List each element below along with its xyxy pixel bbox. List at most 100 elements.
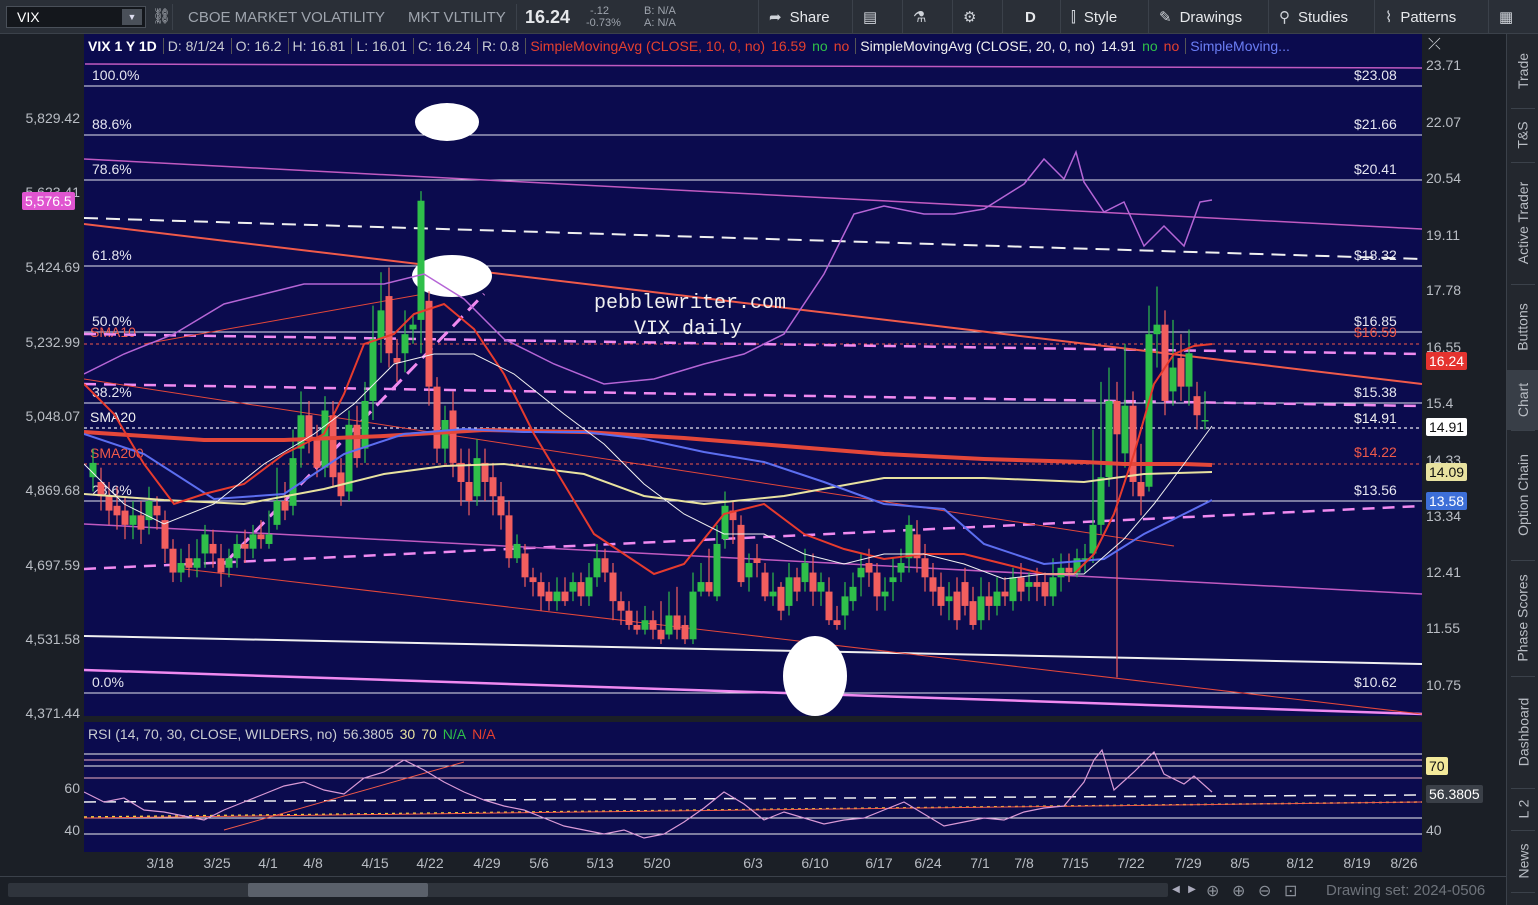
side-tab-label: Active Trader	[1515, 181, 1532, 265]
candle-body	[353, 424, 361, 459]
candle-body	[537, 582, 545, 597]
rsi-os: 30	[399, 726, 416, 742]
side-tab-news[interactable]: News	[1507, 830, 1538, 892]
candle-body	[121, 510, 129, 525]
spx-overlay-line	[83, 149, 1213, 385]
share-icon: ➦	[769, 9, 782, 26]
left-price-axis: 5,829.425,623.415,424.695,232.995,048.07…	[0, 34, 84, 852]
grid-icon: ▦	[1499, 9, 1514, 26]
style-label: Style	[1083, 8, 1118, 26]
candle-body	[745, 563, 753, 578]
zoom-in-icon[interactable]: ⊕	[1232, 881, 1245, 901]
sma20-price-label: $14.91	[1354, 410, 1397, 426]
candle-body	[881, 591, 889, 597]
candle-body	[273, 501, 281, 525]
candle-body	[961, 582, 969, 606]
side-tab-t-s[interactable]: T&S	[1507, 108, 1538, 162]
scroll-right-icon[interactable]: ▶	[1186, 883, 1198, 897]
candle-body	[1057, 567, 1065, 578]
candle-body	[825, 591, 833, 621]
chart-scrollbar[interactable]	[8, 883, 1168, 897]
candle-body	[385, 296, 393, 354]
sma20-study[interactable]: SimpleMovingAvg (CLOSE, 20, 0, no)	[855, 38, 1095, 54]
left-axis-tick: 5,232.99	[25, 334, 81, 350]
candle-body	[489, 477, 497, 497]
candle-body	[1049, 577, 1057, 597]
rsi-line	[83, 748, 1213, 839]
candle-body	[497, 496, 505, 516]
side-tab-phase-scores[interactable]: Phase Scores	[1507, 560, 1538, 676]
settings-button[interactable]: ⚙	[952, 0, 1000, 34]
sma20-tag-label: SMA20	[90, 409, 136, 425]
candle-body	[553, 591, 561, 602]
drawing-set-label: Drawing set: 2024-0506	[1326, 882, 1486, 899]
sma10-no-1: no	[812, 38, 828, 54]
sma10-study[interactable]: SimpleMovingAvg (CLOSE, 10, 0, no)	[525, 38, 765, 54]
link-icon[interactable]: ⛓	[152, 7, 171, 25]
drawings-button[interactable]: ✎ Drawings	[1148, 0, 1264, 34]
symbol-dropdown-icon[interactable]: ▼	[122, 9, 142, 25]
side-tab-buttons[interactable]: Buttons	[1507, 284, 1538, 370]
candle-body	[849, 586, 857, 602]
candle-body	[945, 596, 953, 602]
studies-button[interactable]: ⚲ Studies	[1268, 0, 1370, 34]
rsi-header[interactable]: RSI (14, 70, 30, CLOSE, WILDERS, no)	[84, 726, 337, 744]
candle-body	[905, 524, 913, 559]
sma20-price-tag: 14.91	[1426, 418, 1468, 436]
side-tab-trade[interactable]: Trade	[1507, 34, 1538, 108]
newspaper-icon: ▤	[863, 9, 878, 26]
bar-range: R: 0.8	[476, 38, 519, 54]
zoom-out-icon[interactable]: ⊖	[1258, 881, 1271, 901]
side-tab-chart[interactable]: Chart	[1507, 370, 1538, 430]
rsi-info-bar: RSI (14, 70, 30, CLOSE, WILDERS, no) 56.…	[84, 726, 501, 744]
price-change-pct: -0.73%	[586, 17, 621, 29]
price-chart[interactable]: 100.0% $23.08 88.6% $21.66 78.6% $20.41 61.8% $…	[83, 34, 1423, 716]
side-tab-label: News	[1515, 843, 1532, 879]
candle-body	[265, 534, 273, 544]
scroll-left-icon[interactable]: ◀	[1170, 883, 1182, 897]
side-tab-dashboard[interactable]: Dashboard	[1507, 676, 1538, 788]
aggregation-button[interactable]: D	[1002, 0, 1058, 34]
side-tab-label: Phase Scores	[1515, 574, 1532, 662]
candle-body	[585, 577, 593, 597]
watermark-site: pebblewriter.com	[594, 292, 786, 315]
candle-body	[769, 591, 777, 597]
candle-body	[737, 524, 745, 583]
candle-body	[433, 386, 441, 449]
candle-body	[985, 596, 993, 606]
candle-body	[657, 629, 665, 640]
fib-price-label: $10.62	[1354, 674, 1397, 690]
symbol-description: CBOE MARKET VOLATILITY	[188, 9, 385, 26]
share-button[interactable]: ➦ Share	[758, 0, 850, 34]
collapse-studies-icon[interactable]: ⤫	[1428, 36, 1441, 54]
sma-more-study[interactable]: SimpleMoving...	[1185, 38, 1290, 54]
candle-body	[937, 586, 945, 606]
news-feed-button[interactable]: ▤	[852, 0, 900, 34]
candle-body	[217, 558, 225, 573]
patterns-button[interactable]: ⌇ Patterns	[1374, 0, 1484, 34]
candle-body	[449, 410, 457, 463]
time-axis-tick: 5/6	[529, 855, 549, 871]
candle-body	[1025, 582, 1033, 587]
candle-body	[369, 338, 377, 401]
layout-button[interactable]: ▦	[1488, 0, 1538, 34]
time-axis-tick: 8/19	[1343, 855, 1371, 871]
side-tab-option-chain[interactable]: Option Chain	[1507, 430, 1538, 560]
candle-body	[417, 200, 425, 320]
fib-pct-label: 78.6%	[92, 161, 132, 177]
candle-body	[681, 624, 689, 640]
right-axis-tick: 12.41	[1426, 564, 1462, 580]
side-tab-l-2[interactable]: L 2	[1507, 788, 1538, 830]
candle-body	[969, 601, 977, 625]
candle-body	[793, 577, 801, 592]
flask-button[interactable]: ⚗	[902, 0, 950, 34]
style-button[interactable]: ⫿ Style	[1060, 0, 1146, 34]
crosshair-icon[interactable]: ⊕	[1206, 881, 1219, 901]
study-info-bar: VIX 1 Y 1D D: 8/1/24 O: 16.2 H: 16.81 L:…	[84, 36, 1296, 56]
symbol-input[interactable]: VIX ▼	[6, 6, 146, 28]
side-tab-active-trader[interactable]: Active Trader	[1507, 162, 1538, 284]
candle-body	[1137, 481, 1145, 497]
side-panel-tabs: Trade T&S Active Trader Buttons Chart Option …	[1506, 34, 1538, 905]
scrollbar-thumb[interactable]	[248, 883, 428, 897]
zoom-fit-icon[interactable]: ⊡	[1284, 881, 1297, 901]
